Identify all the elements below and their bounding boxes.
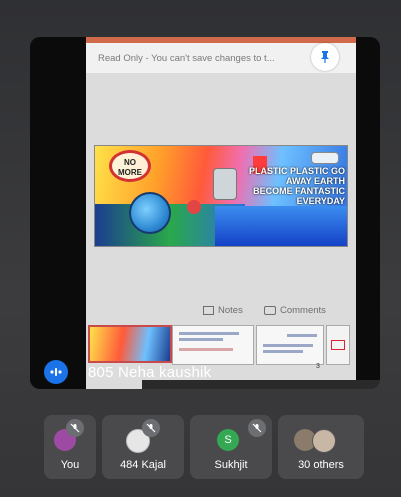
captions-icon [50,368,62,376]
presentation-tile[interactable]: Read Only - You can't save changes to t.… [30,37,380,389]
thumb-text-line [263,350,303,353]
meeting-screen: Read Only - You can't save changes to t.… [0,0,401,497]
slide-thumbnail-3[interactable] [256,325,324,365]
glove-drawing [187,200,201,214]
thumb-text-line [263,344,313,347]
comments-icon [264,306,276,315]
mic-off-icon [142,419,160,437]
slide-thumbnail-1[interactable] [88,325,172,363]
thumbnail-page-number: 3 [316,363,320,370]
mic-off-icon [66,419,84,437]
participant-name: 30 others [298,459,344,471]
artwork-slogan: PLASTIC PLASTIC GO AWAY EARTH BECOME FAN… [248,166,345,206]
participant-name: Sukhjit [214,459,248,471]
artwork-water [215,206,347,246]
participant-tile-others[interactable]: 30 others [278,415,364,479]
presenter-name: 805 Neha kaushik [88,363,212,381]
comments-label: Comments [280,305,326,316]
mic-off-icon [248,419,266,437]
no-more-badge: NO MORE [109,150,151,182]
comments-button[interactable]: Comments [264,305,326,316]
slide-thumbnails [86,325,356,365]
slide-viewer[interactable]: Read Only - You can't save changes to t.… [86,37,380,389]
thumb-mark [331,340,345,350]
thumb-text-line [287,334,317,337]
slide-artwork: NO MORE PLASTIC PLASTIC GO AWAY EARTH BE… [94,145,348,247]
pin-icon [321,51,329,63]
avatar [312,429,336,453]
participant-name: You [60,459,80,471]
slide-thumbnail-2[interactable] [172,325,254,365]
thumb-text-line [179,332,239,335]
plastic-bag-drawing [213,168,237,200]
avatar: S [217,429,239,451]
presenter-label: 805 Neha kaushik [32,360,211,384]
participant-tile-sukhjit[interactable]: S Sukhjit [190,415,272,479]
pin-button[interactable] [311,43,339,71]
notes-icon [203,306,214,315]
bottle-drawing [311,152,339,164]
readonly-text: Read Only - You can't save changes to t.… [98,52,275,64]
earth-drawing [129,192,171,234]
thumb-text-line [179,338,223,341]
slide-thumbnail-4[interactable] [326,325,350,365]
participants-strip: You 484 Kajal S Sukhjit 30 others [44,415,366,479]
captions-button[interactable] [44,360,68,384]
notes-button[interactable]: Notes [203,305,243,316]
participant-name: 484 Kajal [120,459,166,471]
participant-tile-kajal[interactable]: 484 Kajal [102,415,184,479]
thumb-text-line [179,348,233,351]
participant-tile-you[interactable]: You [44,415,96,479]
notes-label: Notes [218,305,243,316]
